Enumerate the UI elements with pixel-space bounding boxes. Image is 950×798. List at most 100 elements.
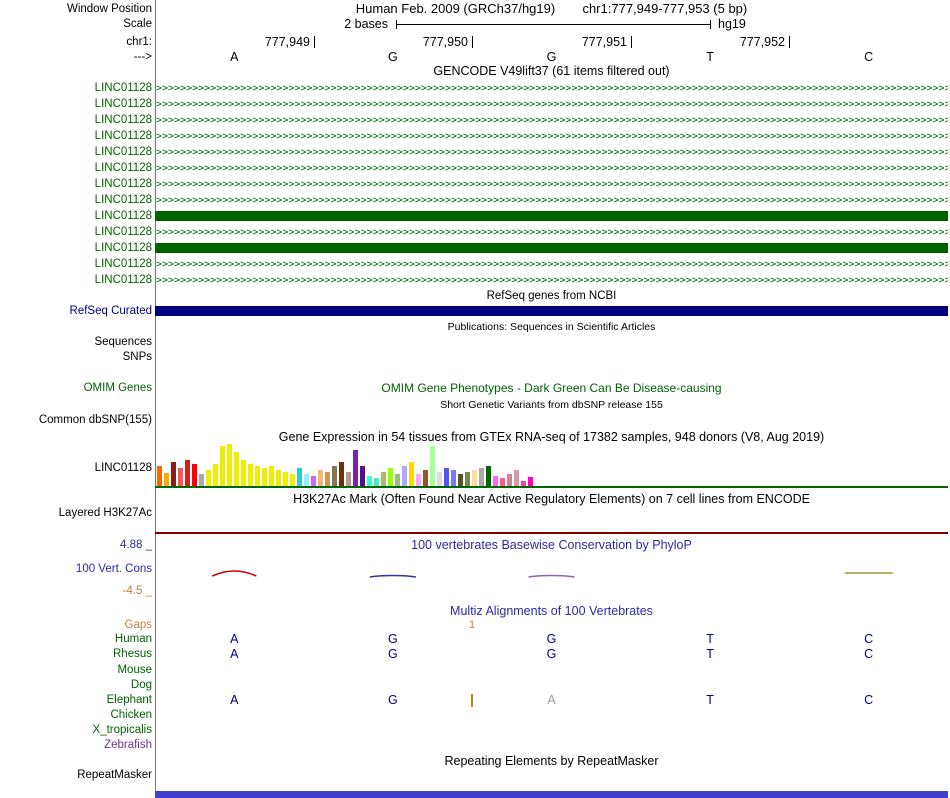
gtex-bar: [164, 473, 169, 486]
alignment-base: G: [388, 632, 398, 646]
gtex-bar: [430, 446, 435, 486]
alignment-base: A: [230, 693, 239, 707]
gencode-transcript-arrows: >>>>>>>>>>>>>>>>>>>>>>>>>>>>>>>>>>>>>>>>…: [156, 259, 948, 270]
alignment-base: G: [546, 647, 557, 661]
species-label[interactable]: Rhesus: [0, 647, 152, 661]
gtex-bar: [402, 466, 407, 486]
gencode-transcript-arrows: >>>>>>>>>>>>>>>>>>>>>>>>>>>>>>>>>>>>>>>>…: [156, 227, 948, 238]
gencode-row-label[interactable]: LINC01128: [0, 97, 152, 111]
gtex-bar: [199, 474, 204, 486]
alignment-base: T: [706, 647, 714, 661]
gencode-row-label[interactable]: LINC01128: [0, 161, 152, 175]
species-label[interactable]: Dog: [0, 678, 152, 692]
gtex-bar: [444, 468, 449, 486]
gencode-transcript-arrows: >>>>>>>>>>>>>>>>>>>>>>>>>>>>>>>>>>>>>>>>…: [156, 275, 948, 286]
gtex-bar: [185, 460, 190, 486]
gencode-row-label[interactable]: LINC01128: [0, 81, 152, 95]
species-label[interactable]: X_tropicalis: [0, 723, 152, 737]
gtex-bar: [227, 444, 232, 486]
gtex-bar: [318, 470, 323, 486]
gtex-bar: [332, 466, 337, 486]
gencode-row-label[interactable]: LINC01128: [0, 177, 152, 191]
gencode-transcript-arrows: >>>>>>>>>>>>>>>>>>>>>>>>>>>>>>>>>>>>>>>>…: [156, 83, 948, 94]
ruler-position-label: 777,950: [422, 35, 468, 49]
gencode-row-label[interactable]: LINC01128: [0, 193, 152, 207]
gencode-row-label[interactable]: LINC01128: [0, 241, 152, 255]
gtex-bar: [276, 470, 281, 486]
gencode-row-label[interactable]: LINC01128: [0, 145, 152, 159]
gtex-bar: [521, 481, 526, 486]
gtex-bar: [220, 446, 225, 486]
gtex-bar: [437, 472, 442, 486]
gtex-bar: [486, 466, 491, 486]
gtex-bar: [346, 472, 351, 486]
gencode-transcript-arrows: >>>>>>>>>>>>>>>>>>>>>>>>>>>>>>>>>>>>>>>>…: [156, 163, 948, 174]
gtex-bar: [472, 470, 477, 486]
gencode-row-label[interactable]: LINC01128: [0, 209, 152, 223]
gtex-bar: [395, 474, 400, 486]
gencode-transcript-arrows: >>>>>>>>>>>>>>>>>>>>>>>>>>>>>>>>>>>>>>>>…: [156, 179, 948, 190]
species-label[interactable]: Mouse: [0, 663, 152, 677]
gtex-bar: [493, 476, 498, 486]
alignment-base: G: [546, 632, 557, 646]
ruler-position-label: 777,951: [581, 35, 627, 49]
gencode-transcript-arrows: >>>>>>>>>>>>>>>>>>>>>>>>>>>>>>>>>>>>>>>>…: [156, 147, 948, 158]
species-label[interactable]: Chicken: [0, 708, 152, 722]
gtex-bar: [339, 462, 344, 486]
species-label[interactable]: Elephant: [0, 693, 152, 707]
ruler-tick: [472, 36, 473, 48]
gencode-exon-bar: [155, 211, 948, 221]
gtex-bar: [262, 468, 267, 486]
ruler-position-label: 777,949: [264, 35, 310, 49]
alignment-base: G: [388, 647, 398, 661]
gencode-row-label[interactable]: LINC01128: [0, 113, 152, 127]
gencode-exon-bar: [155, 243, 948, 253]
alignment-base: T: [706, 693, 714, 707]
sequence-base: G: [546, 50, 557, 64]
gtex-bar: [416, 474, 421, 486]
gtex-bar: [304, 474, 309, 486]
gtex-bar: [465, 472, 470, 486]
gtex-bar: [248, 464, 253, 486]
gtex-bar: [269, 466, 274, 486]
alignment-base: C: [864, 647, 874, 661]
gencode-transcript-arrows: >>>>>>>>>>>>>>>>>>>>>>>>>>>>>>>>>>>>>>>>…: [156, 99, 948, 110]
gtex-bar: [507, 474, 512, 486]
gencode-transcript-arrows: >>>>>>>>>>>>>>>>>>>>>>>>>>>>>>>>>>>>>>>>…: [156, 131, 948, 142]
gtex-bar: [381, 472, 386, 486]
gtex-bar: [528, 477, 533, 486]
species-label[interactable]: Human: [0, 632, 152, 646]
gtex-bar: [234, 452, 239, 486]
gencode-row-label[interactable]: LINC01128: [0, 225, 152, 239]
alignment-base: A: [230, 632, 239, 646]
gtex-bar: [213, 464, 218, 486]
alignment-gap-tick: [471, 694, 473, 707]
gtex-bar: [290, 474, 295, 486]
sequence-base: C: [864, 50, 874, 64]
gencode-row-label[interactable]: LINC01128: [0, 129, 152, 143]
gtex-bar: [409, 462, 414, 486]
gtex-bar: [479, 468, 484, 486]
ruler-position-label: 777,952: [739, 35, 785, 49]
gtex-bar: [297, 468, 302, 486]
gtex-bar: [458, 474, 463, 486]
gtex-bar: [241, 460, 246, 486]
ruler-tick: [631, 36, 632, 48]
genome-browser-image: Window Position Human Feb. 2009 (GRCh37/…: [0, 0, 950, 798]
gtex-bar: [171, 462, 176, 486]
gtex-bar: [353, 450, 358, 486]
gencode-row-label[interactable]: LINC01128: [0, 273, 152, 287]
gtex-bar: [514, 470, 519, 486]
gencode-transcript-arrows: >>>>>>>>>>>>>>>>>>>>>>>>>>>>>>>>>>>>>>>>…: [156, 195, 948, 206]
gtex-bar: [374, 478, 379, 486]
sequence-base: G: [388, 50, 398, 64]
gtex-bar: [255, 466, 260, 486]
ruler-tick: [789, 36, 790, 48]
gencode-row-label[interactable]: LINC01128: [0, 257, 152, 271]
alignment-base: T: [706, 632, 714, 646]
alignment-base: G: [388, 693, 398, 707]
gtex-bar: [451, 470, 456, 486]
species-label[interactable]: Zebrafish: [0, 738, 152, 752]
gtex-bar: [157, 466, 162, 486]
gtex-bar: [367, 476, 372, 486]
